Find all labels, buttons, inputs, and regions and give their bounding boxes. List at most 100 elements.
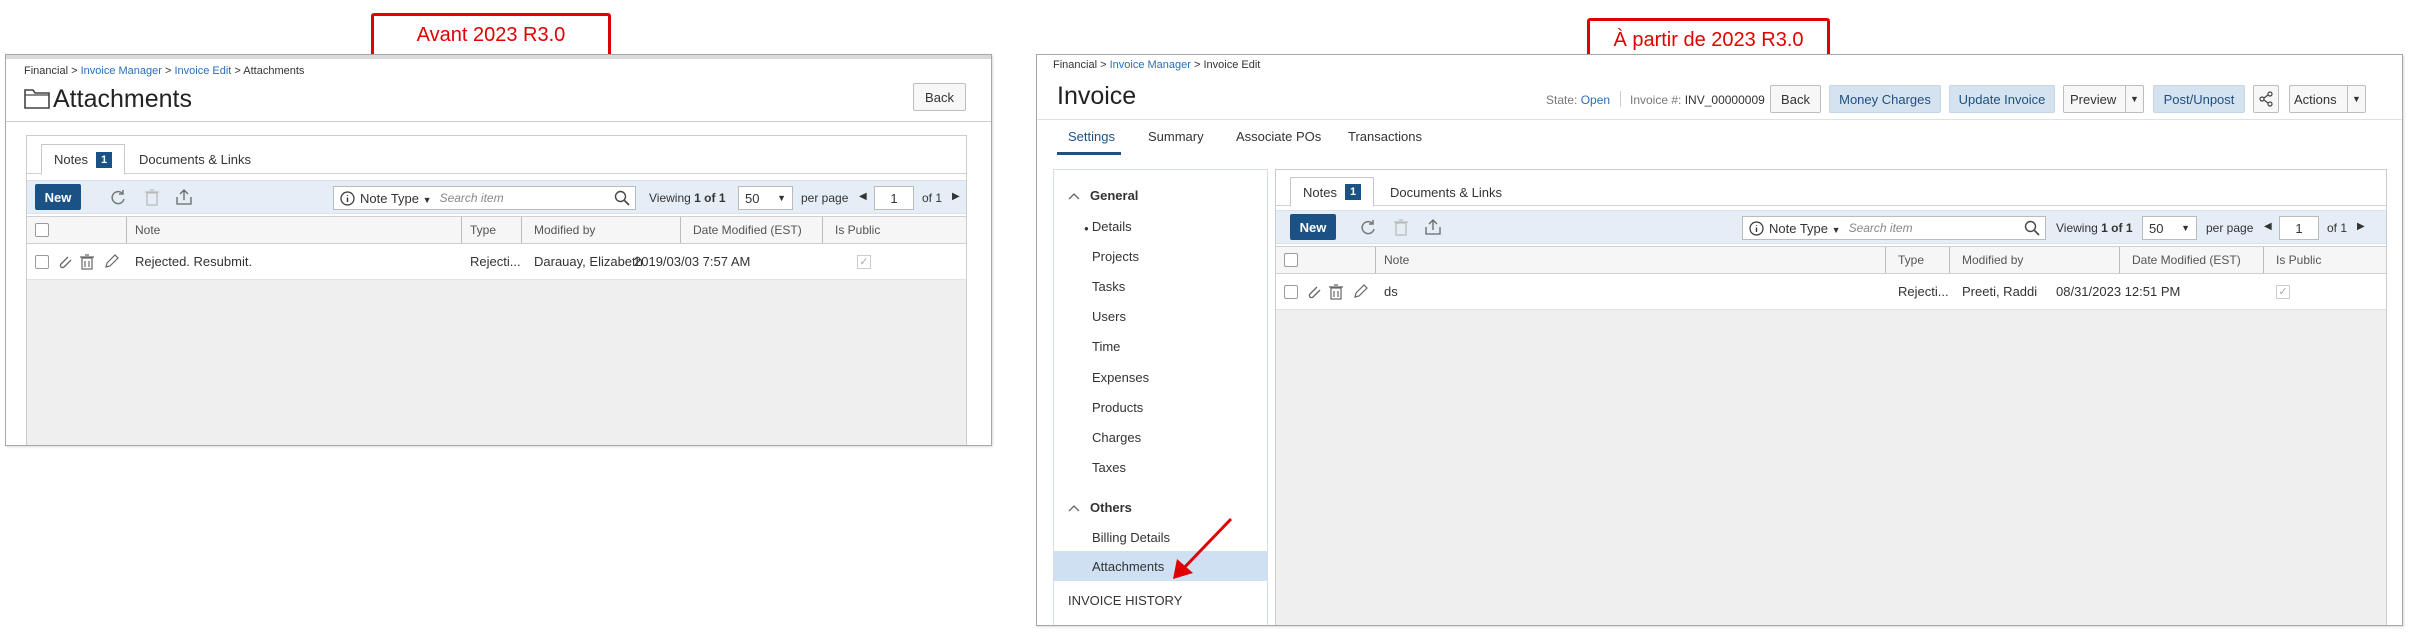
column-is-public[interactable]: Is Public [827,217,966,243]
sidebar-item-tasks[interactable]: Tasks [1092,279,1125,294]
next-page-icon[interactable]: ▶ [2357,221,2365,232]
refresh-icon[interactable] [109,189,127,207]
caret-down-icon: ▼ [2181,223,2190,233]
sidebar-item-projects[interactable]: Projects [1092,249,1139,264]
trash-icon[interactable] [80,244,94,279]
page-title: Attachments [53,85,192,113]
column-type[interactable]: Type [1890,247,1950,273]
per-page-select[interactable]: 50 ▼ [738,186,793,210]
page-input[interactable]: 1 [2279,216,2319,240]
sidebar-item-taxes[interactable]: Taxes [1092,460,1126,475]
select-all-checkbox[interactable] [1284,253,1298,267]
page-title: Invoice [1057,82,1137,110]
row-checkbox[interactable] [35,254,49,269]
actions-dropdown-icon[interactable]: ▼ [2352,94,2361,104]
sidebar-item-products[interactable]: Products [1092,400,1143,415]
search-icon[interactable] [614,190,630,206]
refresh-icon[interactable] [1359,219,1377,237]
money-charges-button[interactable]: Money Charges [1829,85,1941,113]
column-modified-by[interactable]: Modified by [1954,247,2120,273]
update-invoice-button[interactable]: Update Invoice [1949,85,2055,113]
tab-transactions[interactable]: Transactions [1348,129,1422,144]
prev-page-icon[interactable]: ◀ [2264,221,2272,232]
preview-dropdown-icon[interactable]: ▼ [2130,94,2139,104]
search-input[interactable]: Search item [1849,221,2024,235]
table-header: Note Type Modified by Date Modified (EST… [1276,246,2386,274]
sidebar-item-expenses[interactable]: Expenses [1092,370,1149,385]
new-button[interactable]: New [35,184,81,210]
search-input[interactable]: Search item [440,191,614,205]
sidebar-invoice-history[interactable]: INVOICE HISTORY [1068,593,1182,608]
column-is-public[interactable]: Is Public [2268,247,2386,273]
row-modified-by: Darauay, Elizabeth [534,254,643,269]
caret-down-icon: ▼ [1831,224,1841,235]
chevron-up-icon [1068,192,1080,200]
sidebar-item-attachments[interactable]: Attachments [1054,551,1267,581]
sidebar-group-general[interactable]: General [1068,188,1138,203]
column-date-modified[interactable]: Date Modified (EST) [2124,247,2264,273]
breadcrumb-link-invoice-manager[interactable]: Invoice Manager [81,65,162,77]
public-check-icon: ✓ [857,244,871,279]
table-row[interactable]: Rejected. Resubmit. Rejecti... Darauay, … [27,244,966,280]
sidebar-item-users[interactable]: Users [1092,309,1126,324]
sidebar-item-billing-details[interactable]: Billing Details [1092,530,1170,545]
breadcrumb: Financial > Invoice Manager > Invoice Ed… [24,65,305,77]
note-type-dropdown[interactable]: Note Type ▼ [1769,221,1841,236]
trash-icon[interactable] [1393,218,1409,236]
column-date-modified[interactable]: Date Modified (EST) [685,217,823,243]
table-row[interactable]: ds Rejecti... Preeti, Raddi 08/31/2023 1… [1276,274,2386,310]
row-type: Rejecti... [1898,284,1949,299]
edit-icon[interactable] [103,244,119,279]
page-input[interactable]: 1 [874,186,914,210]
row-note: ds [1384,284,1398,299]
row-date: 2019/03/03 7:57 AM [634,254,751,269]
annotation-arrow-icon [1169,515,1235,585]
sidebar-item-time[interactable]: Time [1092,339,1120,354]
column-modified-by[interactable]: Modified by [526,217,681,243]
prev-page-icon[interactable]: ◀ [859,191,867,202]
tab-notes[interactable]: Notes 1 [1290,177,1375,207]
sidebar-group-others[interactable]: Others [1068,500,1132,515]
viewing-label: Viewing 1 of 1 [2056,221,2133,235]
select-all-checkbox[interactable] [35,223,49,237]
per-page-select[interactable]: 50 ▼ [2142,216,2197,240]
row-type: Rejecti... [470,254,521,269]
breadcrumb: Financial > Invoice Manager > Invoice Ed… [1053,59,1261,71]
new-button[interactable]: New [1290,214,1336,240]
back-button[interactable]: Back [1770,85,1821,113]
tab-summary[interactable]: Summary [1148,129,1204,144]
breadcrumb-link-invoice-manager[interactable]: Invoice Manager [1110,59,1191,71]
column-type[interactable]: Type [462,217,522,243]
share-button[interactable] [2253,85,2279,113]
row-note: Rejected. Resubmit. [135,254,253,269]
back-button[interactable]: Back [913,83,966,111]
export-icon[interactable] [1424,218,1442,236]
edit-icon[interactable] [1352,274,1368,309]
search-box[interactable]: Note Type ▼ Search item [1742,216,2046,240]
row-checkbox[interactable] [1284,284,1298,299]
notes-count-badge: 1 [1344,184,1362,200]
export-icon[interactable] [175,188,193,206]
tab-documents-links[interactable]: Documents & Links [139,144,251,174]
caret-down-icon: ▼ [777,193,786,203]
sidebar-item-charges[interactable]: Charges [1092,430,1141,445]
old-ui-panel: Financial > Invoice Manager > Invoice Ed… [5,54,992,446]
attach-icon[interactable] [1306,274,1322,309]
note-type-dropdown[interactable]: Note Type ▼ [360,191,432,206]
trash-icon[interactable] [1329,274,1343,309]
tab-documents-links[interactable]: Documents & Links [1390,177,1502,207]
column-note[interactable]: Note [1376,247,1886,273]
search-box[interactable]: Note Type ▼ Search item [333,186,636,210]
tab-associate-pos[interactable]: Associate POs [1236,129,1321,144]
column-note[interactable]: Note [127,217,462,243]
tab-notes[interactable]: Notes 1 [41,144,126,175]
sidebar-item-details[interactable]: ● Details [1084,219,1132,234]
breadcrumb-link-invoice-edit[interactable]: Invoice Edit [174,65,231,77]
next-page-icon[interactable]: ▶ [952,191,960,202]
row-modified-by: Preeti, Raddi [1962,284,2038,299]
tab-settings[interactable]: Settings [1068,129,1115,144]
attach-icon[interactable] [57,244,73,279]
search-icon[interactable] [2024,220,2040,236]
post-unpost-button[interactable]: Post/Unpost [2153,85,2245,113]
trash-icon[interactable] [144,188,160,206]
